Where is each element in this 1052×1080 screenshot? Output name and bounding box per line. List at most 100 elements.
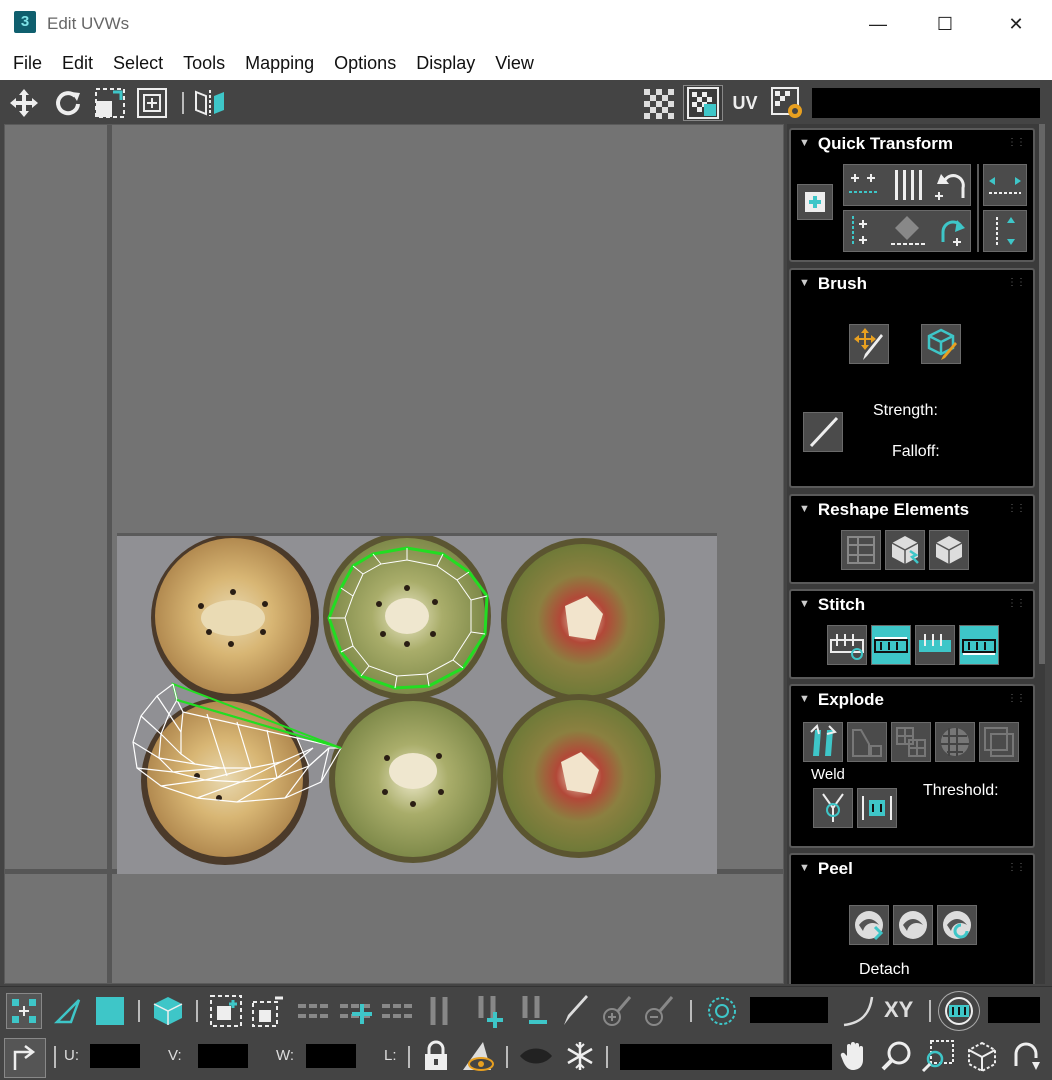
break-icon[interactable] <box>803 722 843 762</box>
stitch-to-target-icon[interactable] <box>871 625 911 665</box>
edge-select-icon[interactable] <box>50 993 86 1029</box>
maximize-button[interactable]: ☐ <box>922 8 968 40</box>
stitch-to-source-icon[interactable] <box>959 625 999 665</box>
loop-shrink-icon[interactable] <box>380 993 416 1029</box>
stitch-average-icon[interactable] <box>915 625 955 665</box>
menu-file[interactable]: File <box>3 47 52 80</box>
w-value-field[interactable] <box>306 1044 356 1068</box>
app-icon: 3 <box>14 11 36 33</box>
flatten-by-material-icon[interactable] <box>891 722 931 762</box>
relax-until-flat-icon[interactable] <box>885 530 925 570</box>
rollout-explode-header[interactable]: ▼ Explode <box>799 690 884 710</box>
rotate-icon[interactable] <box>50 85 86 121</box>
relax-icon[interactable] <box>929 530 969 570</box>
paint-select-shrink-icon[interactable] <box>640 993 676 1029</box>
drag-grip-icon[interactable]: ⋮⋮ <box>1007 862 1026 873</box>
move-icon[interactable] <box>6 85 42 121</box>
drag-grip-icon[interactable]: ⋮⋮ <box>1007 277 1026 288</box>
quick-peel-icon[interactable] <box>849 905 889 945</box>
rollout-stitch: ▼ Stitch ⋮⋮ <box>789 589 1035 679</box>
freeze-icon[interactable] <box>562 1038 598 1074</box>
uv-tools-panel: ▼ Quick Transform ⋮⋮ ▼ Brush ⋮⋮ Strength… <box>787 124 1045 984</box>
scale-icon[interactable] <box>92 85 128 121</box>
drag-grip-icon[interactable]: ⋮⋮ <box>1007 598 1026 609</box>
named-selection-dropdown[interactable] <box>620 1044 832 1070</box>
element-select-icon[interactable] <box>150 993 186 1029</box>
paint-select-grow-icon[interactable] <box>598 993 634 1029</box>
drag-grip-icon[interactable]: ⋮⋮ <box>1007 503 1026 514</box>
reset-peel-icon[interactable] <box>937 905 977 945</box>
panel-scrollbar[interactable] <box>1039 124 1045 664</box>
rollout-quick-transform-header[interactable]: ▼ Quick Transform <box>799 134 953 154</box>
v-value-field[interactable] <box>198 1044 248 1068</box>
polygon-select-icon[interactable] <box>92 993 128 1029</box>
space-vertical-icon[interactable] <box>983 210 1027 252</box>
absolute-offset-icon[interactable] <box>4 1038 46 1078</box>
limit-value-field[interactable] <box>988 997 1040 1023</box>
set-pivot-icon[interactable] <box>797 184 833 220</box>
zoom-region-icon[interactable] <box>920 1038 956 1074</box>
paint-select-icon[interactable] <box>556 993 592 1029</box>
paint-move-icon[interactable] <box>849 324 889 364</box>
w-label: W: <box>276 1047 295 1064</box>
shrink-selection-icon[interactable] <box>250 993 286 1029</box>
vertex-select-icon[interactable] <box>6 993 42 1029</box>
flatten-by-smoothing-group-icon[interactable] <box>935 722 975 762</box>
grow-selection-icon[interactable] <box>208 993 244 1029</box>
drag-grip-icon[interactable]: ⋮⋮ <box>1007 137 1026 148</box>
weld-target-icon[interactable] <box>857 788 897 828</box>
ring-select-icon[interactable] <box>422 993 458 1029</box>
falloff-curve-icon[interactable] <box>803 412 843 452</box>
relax-brush-icon[interactable] <box>921 324 961 364</box>
texture-settings-icon[interactable] <box>769 85 805 121</box>
loop-grow-icon[interactable] <box>338 993 374 1029</box>
texture-checker-icon[interactable] <box>683 85 723 121</box>
falloff-space-toggle[interactable]: XY <box>884 997 913 1023</box>
ring-shrink-icon[interactable] <box>514 993 550 1029</box>
minimize-button[interactable]: — <box>855 8 901 40</box>
soft-selection-icon[interactable] <box>704 993 740 1029</box>
rollout-stitch-header[interactable]: ▼ Stitch <box>799 595 865 615</box>
space-horizontal-icon[interactable] <box>983 164 1027 206</box>
rollout-title: Stitch <box>817 595 866 614</box>
zoom-icon[interactable] <box>878 1038 914 1074</box>
straighten-selection-icon[interactable] <box>841 530 881 570</box>
zoom-extents-icon[interactable] <box>964 1038 1000 1074</box>
rollout-peel-header[interactable]: ▼ Peel <box>799 859 853 879</box>
soft-selection-value-field[interactable] <box>750 997 828 1023</box>
uv-mode-button[interactable]: UV <box>727 85 763 121</box>
show-hide-icon[interactable] <box>518 1038 554 1074</box>
menu-display[interactable]: Display <box>406 47 485 80</box>
mirror-icon[interactable] <box>192 85 228 121</box>
pan-icon[interactable] <box>836 1038 872 1074</box>
stitch-custom-icon[interactable] <box>827 625 867 665</box>
detach-label: Detach <box>859 961 910 978</box>
rollout-reshape-header[interactable]: ▼ Reshape Elements <box>799 500 969 520</box>
freeform-icon[interactable] <box>134 85 170 121</box>
texture-dropdown[interactable] <box>812 88 1040 118</box>
menu-select[interactable]: Select <box>103 47 173 80</box>
flatten-by-polygon-angle-icon[interactable] <box>847 722 887 762</box>
weld-selected-icon[interactable] <box>813 788 853 828</box>
drag-grip-icon[interactable]: ⋮⋮ <box>1007 693 1026 704</box>
limit-selection-icon[interactable] <box>938 991 980 1031</box>
loop-select-icon[interactable] <box>296 993 332 1029</box>
menu-edit[interactable]: Edit <box>52 47 103 80</box>
flatten-icon[interactable] <box>979 722 1019 762</box>
lock-icon[interactable] <box>418 1038 454 1074</box>
falloff-label: Falloff: <box>892 443 940 460</box>
snap-icon[interactable] <box>1008 1038 1044 1074</box>
close-button[interactable]: ✕ <box>993 8 1039 40</box>
falloff-curve-icon[interactable] <box>840 993 876 1029</box>
menu-mapping[interactable]: Mapping <box>235 47 324 80</box>
menu-view[interactable]: View <box>485 47 544 80</box>
checker-pattern-icon[interactable] <box>640 85 676 121</box>
u-value-field[interactable] <box>90 1044 140 1068</box>
menu-tools[interactable]: Tools <box>173 47 235 80</box>
rollout-brush-header[interactable]: ▼ Brush <box>799 274 867 294</box>
uv-editor-viewport[interactable] <box>4 124 784 984</box>
menu-options[interactable]: Options <box>324 47 406 80</box>
ring-grow-icon[interactable] <box>470 993 506 1029</box>
peel-mode-icon[interactable] <box>893 905 933 945</box>
hide-unselected-icon[interactable] <box>460 1038 496 1074</box>
